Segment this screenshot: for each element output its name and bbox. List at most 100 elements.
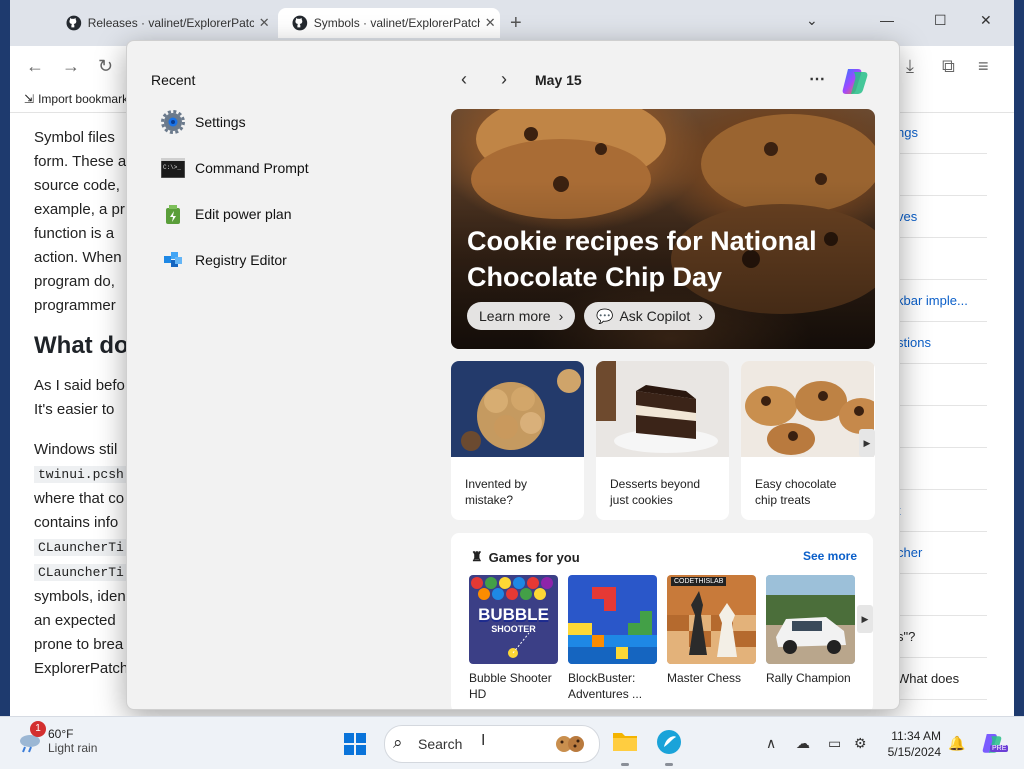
clock-time: 11:34 AM: [891, 729, 941, 743]
search-placeholder: Search: [418, 736, 463, 752]
tab-list-chevron-icon[interactable]: ⌄: [806, 12, 818, 29]
cake-slice-photo-icon: [596, 361, 729, 457]
menu-icon[interactable]: ≡: [978, 56, 989, 77]
toc-item[interactable]: [891, 238, 987, 280]
forward-icon[interactable]: →: [62, 56, 80, 77]
weather-widget[interactable]: 1 60°F Light rain: [18, 721, 97, 755]
rally-champion-thumbnail: [766, 575, 855, 664]
taskbar-search[interactable]: ⌕ Search I: [384, 725, 600, 763]
toc-item[interactable]: [891, 406, 987, 448]
start-button[interactable]: [344, 733, 366, 760]
github-icon: [66, 15, 82, 31]
toc-item[interactable]: What does: [891, 658, 987, 700]
toc-item[interactable]: ves: [891, 196, 987, 238]
svg-text:C:\>_: C:\>_: [163, 164, 181, 171]
toc-item[interactable]: [891, 448, 987, 490]
rain-cloud-icon: 1: [18, 721, 46, 753]
reload-icon[interactable]: ↻: [98, 56, 113, 77]
tab-title: Releases · valinet/ExplorerPatcher: [87, 16, 255, 30]
cookie-doodle-icon: [556, 736, 584, 752]
extensions-icon[interactable]: ⧉: [942, 56, 955, 77]
card-caption: Easy chocolate chip treats: [755, 477, 837, 507]
previous-day-icon[interactable]: ‹: [461, 69, 467, 90]
game-name: Bubble Shooter HD: [469, 671, 552, 701]
game-tile[interactable]: Rally Champion: [766, 575, 855, 686]
ask-copilot-label: Ask Copilot: [619, 308, 691, 324]
card-caption: Invented by mistake?: [465, 477, 528, 507]
taskbar-copilot[interactable]: PRE: [980, 731, 1009, 760]
scroll-right-icon[interactable]: ▶: [859, 429, 875, 457]
notifications-bell-icon[interactable]: 🔔: [948, 735, 965, 752]
table-of-contents: ngs ves kbar imple... stions t cher s"? …: [890, 112, 987, 700]
back-icon[interactable]: ←: [26, 56, 44, 77]
maximize-icon[interactable]: ☐: [934, 12, 947, 29]
recent-item-power-plan[interactable]: Edit power plan: [161, 199, 292, 229]
toc-item[interactable]: stions: [891, 322, 987, 364]
recent-item-label: Registry Editor: [195, 252, 287, 268]
registry-editor-icon: [161, 248, 185, 272]
close-tab-icon[interactable]: ✕: [480, 15, 500, 31]
close-tab-icon[interactable]: ✕: [254, 15, 274, 31]
clock-date: 5/15/2024: [887, 745, 941, 759]
alert-badge: 1: [30, 721, 46, 737]
toc-item[interactable]: ngs: [891, 112, 987, 154]
toc-item[interactable]: [891, 154, 987, 196]
ask-copilot-button[interactable]: 💬 Ask Copilot ›: [584, 302, 715, 330]
network-icon[interactable]: ⚙: [854, 735, 867, 752]
close-window-icon[interactable]: ✕: [980, 12, 992, 29]
hero-article[interactable]: Cookie recipes for National Chocolate Ch…: [451, 109, 875, 349]
master-chess-thumbnail: CODETHISLAB: [667, 575, 756, 664]
tab-releases[interactable]: Releases · valinet/ExplorerPatcher ✕: [52, 8, 274, 38]
article-card[interactable]: Easy chocolate chip treats: [741, 361, 875, 520]
toc-item[interactable]: [891, 574, 987, 616]
preview-badge: PRE: [990, 745, 1009, 752]
more-options-icon[interactable]: ⋯: [809, 69, 826, 89]
toc-item[interactable]: s"?: [891, 616, 987, 658]
game-name: Master Chess: [667, 671, 742, 685]
tab-title: Symbols · valinet/ExplorerPatcher: [313, 16, 481, 30]
toc-item[interactable]: kbar imple...: [891, 280, 987, 322]
game-tile[interactable]: BlockBuster: Adventures ...: [568, 575, 657, 702]
github-icon: [292, 15, 308, 31]
blockbuster-thumbnail: [568, 575, 657, 664]
games-heading: ♜ Games for you: [471, 549, 580, 565]
onedrive-offline-icon[interactable]: ☁: [796, 735, 810, 752]
toc-item[interactable]: cher: [891, 532, 987, 574]
chess-art-icon: [667, 591, 756, 664]
game-name: Rally Champion: [766, 671, 851, 685]
see-more-link[interactable]: See more: [803, 549, 857, 563]
recent-item-settings[interactable]: Settings: [161, 107, 246, 137]
display-icon[interactable]: ▭: [828, 735, 841, 752]
new-tab-icon[interactable]: +: [510, 12, 522, 35]
developer-badge: CODETHISLAB: [671, 577, 727, 586]
taskbar-browser[interactable]: [656, 729, 682, 760]
toc-item[interactable]: [891, 364, 987, 406]
recent-item-command-prompt[interactable]: C:\>_ Command Prompt: [161, 153, 309, 183]
copilot-icon[interactable]: [839, 65, 871, 97]
bubble-shooter-thumbnail: BUBBLE SHOOTER: [469, 575, 558, 664]
recent-item-registry-editor[interactable]: Registry Editor: [161, 245, 287, 275]
rally-car-art-icon: [766, 575, 855, 664]
scroll-right-icon[interactable]: ▶: [857, 605, 873, 633]
import-bookmarks-link[interactable]: ⇲ Import bookmarks: [24, 92, 134, 106]
game-tile[interactable]: CODETHISLAB Master Chess: [667, 575, 756, 686]
recent-item-label: Edit power plan: [195, 206, 292, 222]
tab-symbols[interactable]: Symbols · valinet/ExplorerPatcher ✕: [278, 8, 500, 38]
show-hidden-icons-chevron-icon[interactable]: ∧: [766, 735, 776, 752]
chat-icon: 💬: [596, 307, 614, 324]
start-flyout: Recent Settings C:\>_ Command Prompt Edi…: [126, 40, 900, 710]
article-card[interactable]: Invented by mistake?: [451, 361, 584, 520]
toc-item[interactable]: t: [891, 490, 987, 532]
minimize-icon[interactable]: —: [880, 12, 894, 28]
next-day-icon[interactable]: ›: [501, 69, 507, 90]
taskbar-file-explorer[interactable]: [612, 729, 638, 758]
game-tile[interactable]: BUBBLE SHOOTER Bubble Shooter HD: [469, 575, 558, 702]
downloads-icon[interactable]: ⤓: [906, 56, 914, 77]
article-card[interactable]: Desserts beyond just cookies: [596, 361, 729, 520]
games-section: ♜ Games for you See more BUBBLE SHOOTER …: [451, 533, 873, 709]
hero-title: Cookie recipes for National Chocolate Ch…: [467, 226, 817, 292]
system-clock[interactable]: 11:34 AM 5/15/2024: [883, 728, 941, 760]
weather-temp: 60°F: [48, 727, 74, 741]
learn-more-button[interactable]: Learn more ›: [467, 302, 576, 330]
running-indicator: [621, 763, 629, 766]
